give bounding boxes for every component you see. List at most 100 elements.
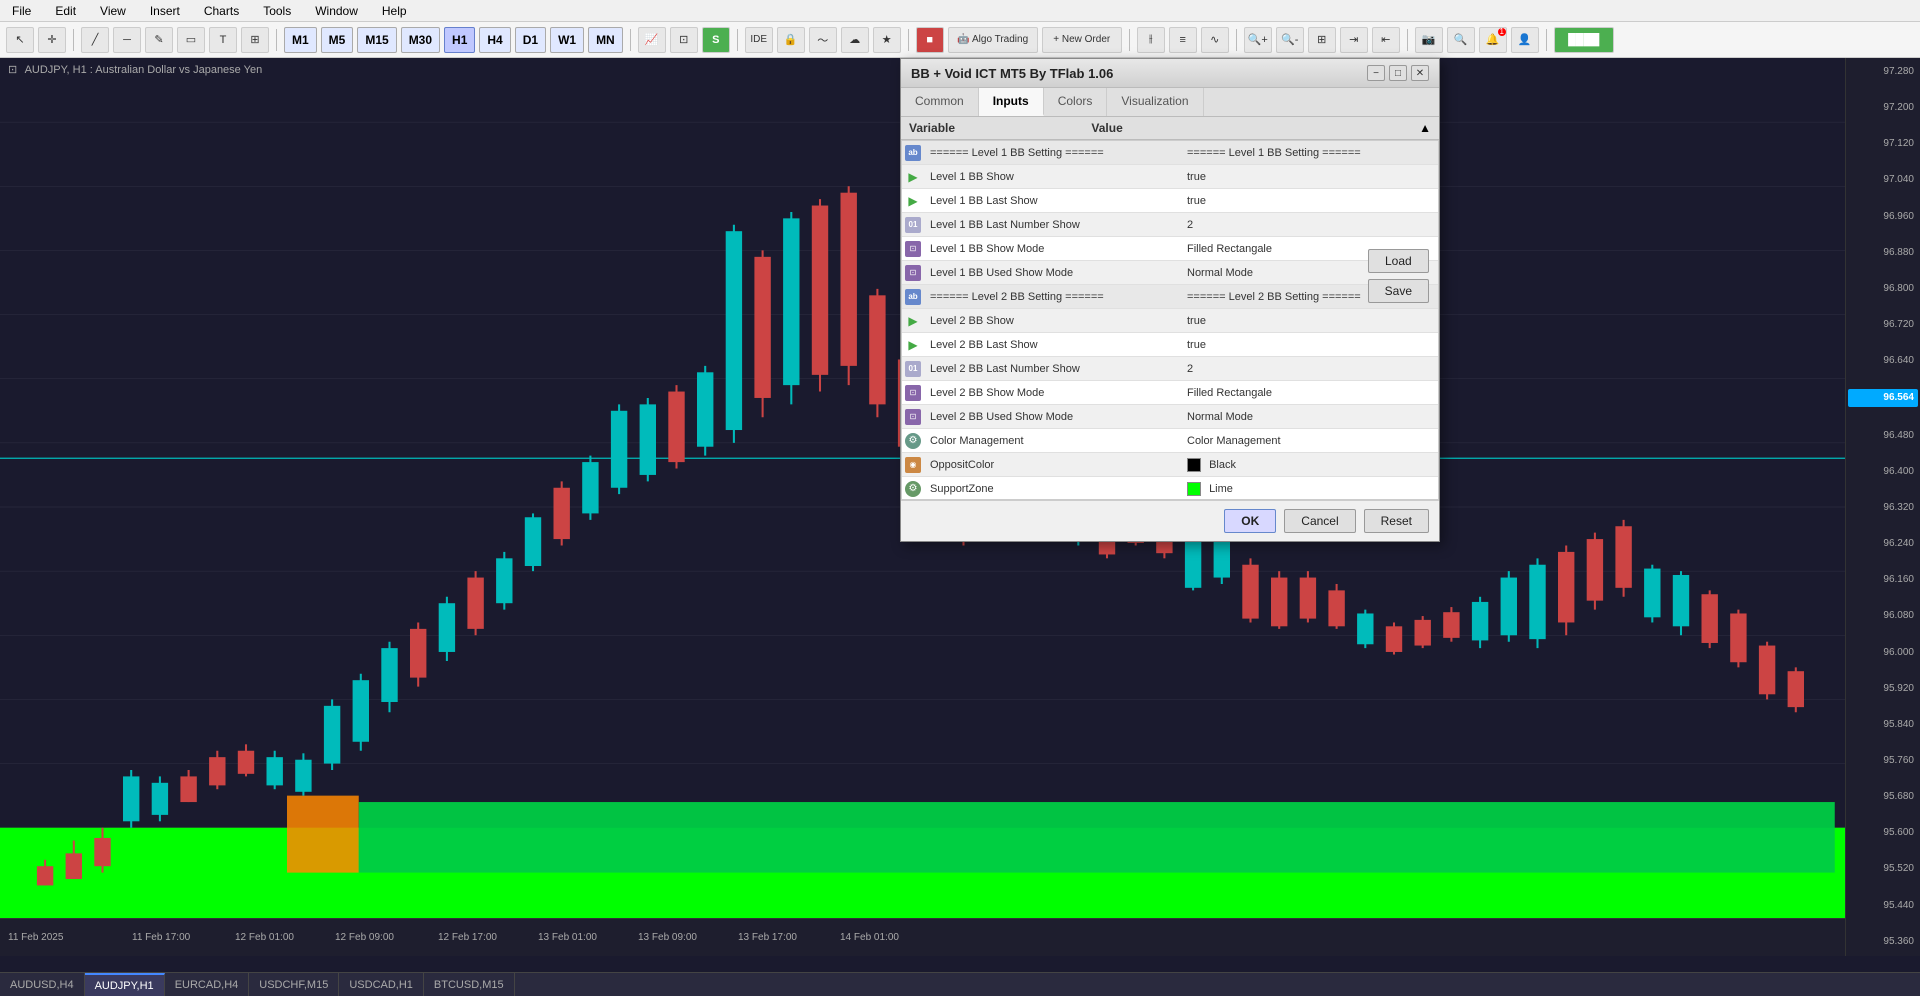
- period-m1[interactable]: M1: [284, 27, 317, 53]
- row-value[interactable]: Color Management: [1181, 432, 1438, 450]
- table-row[interactable]: ⊡ Level 2 BB Show Mode Filled Rectangale: [902, 381, 1438, 405]
- menu-file[interactable]: File: [8, 2, 35, 20]
- toolbar-chart-type-btn[interactable]: 📈: [638, 27, 666, 53]
- period-m5[interactable]: M5: [321, 27, 354, 53]
- tab-audjpy-h1[interactable]: AUDJPY,H1: [85, 973, 165, 996]
- toolbar-crosshair-btn[interactable]: ✛: [38, 27, 66, 53]
- dialog-tab-visualization[interactable]: Visualization: [1107, 88, 1203, 116]
- save-button[interactable]: Save: [1368, 279, 1429, 303]
- tab-btcusd-m15[interactable]: BTCUSD,M15: [424, 973, 515, 996]
- menu-view[interactable]: View: [96, 2, 130, 20]
- table-row[interactable]: 01 Level 1 BB Last Number Show 2: [902, 213, 1438, 237]
- table-row-supportzone[interactable]: ⚙ SupportZone Lime: [902, 477, 1438, 500]
- period-w1[interactable]: W1: [550, 27, 584, 53]
- toolbar-search-btn[interactable]: 🔍: [1447, 27, 1475, 53]
- scroll-up-icon[interactable]: ▲: [1419, 121, 1431, 135]
- row-value[interactable]: Filled Rectangale: [1181, 384, 1438, 402]
- toolbar-wave-btn[interactable]: 〜: [809, 27, 837, 53]
- toolbar-stop-btn[interactable]: ■: [916, 27, 944, 53]
- toolbar-draw-btn[interactable]: ✎: [145, 27, 173, 53]
- dialog-close-btn[interactable]: ✕: [1411, 65, 1429, 81]
- period-h1[interactable]: H1: [444, 27, 475, 53]
- row-value[interactable]: 2: [1181, 360, 1438, 378]
- table-row[interactable]: ▶ Level 2 BB Last Show true: [902, 333, 1438, 357]
- menu-tools[interactable]: Tools: [259, 2, 295, 20]
- toolbar-rect-btn[interactable]: ▭: [177, 27, 205, 53]
- toolbar-text-btn[interactable]: T: [209, 27, 237, 53]
- toolbar-indicators-btn[interactable]: ⫲: [1137, 27, 1165, 53]
- toolbar-line-btn[interactable]: ╱: [81, 27, 109, 53]
- toolbar-greenbar-btn[interactable]: ████: [1554, 27, 1614, 53]
- row-value-supportzone[interactable]: Lime: [1181, 479, 1438, 499]
- period-d1[interactable]: D1: [515, 27, 546, 53]
- table-row[interactable]: ⊡ Level 1 BB Used Show Mode Normal Mode: [902, 261, 1438, 285]
- dialog-minimize-btn[interactable]: −: [1367, 65, 1385, 81]
- menu-help[interactable]: Help: [378, 2, 411, 20]
- toolbar-user-btn[interactable]: 👤: [1511, 27, 1539, 53]
- row-value[interactable]: true: [1181, 168, 1438, 186]
- table-row-oppositcolor[interactable]: ◉ OppositColor Black: [902, 453, 1438, 477]
- toolbar-template-btn[interactable]: ⊡: [670, 27, 698, 53]
- period-m15[interactable]: M15: [357, 27, 396, 53]
- row-variable: Level 1 BB Show: [924, 168, 1181, 186]
- tab-usdchf-m15[interactable]: USDCHF,M15: [249, 973, 339, 996]
- row-value[interactable]: true: [1181, 312, 1438, 330]
- row-variable: ====== Level 1 BB Setting ======: [924, 144, 1181, 162]
- toolbar-star-btn[interactable]: ★: [873, 27, 901, 53]
- cancel-button[interactable]: Cancel: [1284, 509, 1355, 533]
- table-row[interactable]: 01 Level 2 BB Last Number Show 2: [902, 357, 1438, 381]
- row-value[interactable]: 2: [1181, 216, 1438, 234]
- toolbar-wave2-btn[interactable]: ∿: [1201, 27, 1229, 53]
- menu-window[interactable]: Window: [311, 2, 362, 20]
- toolbar-lock-btn[interactable]: 🔒: [777, 27, 805, 53]
- table-row[interactable]: ⊡ Level 1 BB Show Mode Filled Rectangale: [902, 237, 1438, 261]
- toolbar-cloud-btn[interactable]: ☁: [841, 27, 869, 53]
- row-value[interactable]: true: [1181, 192, 1438, 210]
- toolbar-ide-btn[interactable]: IDE: [745, 27, 773, 53]
- dialog-tab-common[interactable]: Common: [901, 88, 979, 116]
- toolbar-alert-btn[interactable]: 🔔1: [1479, 27, 1507, 53]
- toolbar-grid-btn[interactable]: ⊞: [1308, 27, 1336, 53]
- toolbar-zoomout-btn[interactable]: 🔍-: [1276, 27, 1304, 53]
- price-label: 96.480: [1848, 428, 1918, 444]
- toolbar-algo-btn[interactable]: 🤖 Algo Trading: [948, 27, 1038, 53]
- toolbar-more-btn[interactable]: ⊞: [241, 27, 269, 53]
- toolbar-objects-btn[interactable]: ≡: [1169, 27, 1197, 53]
- period-m30[interactable]: M30: [401, 27, 440, 53]
- toolbar-cursor-btn[interactable]: ↖: [6, 27, 34, 53]
- period-h4[interactable]: H4: [479, 27, 510, 53]
- arrow-icon: ▶: [905, 193, 921, 209]
- row-value-oppositcolor[interactable]: Black: [1181, 455, 1438, 475]
- table-row[interactable]: ▶ Level 1 BB Last Show true: [902, 189, 1438, 213]
- toolbar-zoomin-btn[interactable]: 🔍+: [1244, 27, 1272, 53]
- period-mn[interactable]: MN: [588, 27, 623, 53]
- tab-eurcad-h4[interactable]: EURCAD,H4: [165, 973, 250, 996]
- inputs-table[interactable]: ab ====== Level 1 BB Setting ====== ====…: [901, 140, 1439, 500]
- tab-audusd-h4[interactable]: AUDUSD,H4: [0, 973, 85, 996]
- color-icon: ◉: [905, 457, 921, 473]
- table-row[interactable]: ▶ Level 1 BB Show true: [902, 165, 1438, 189]
- mode-icon: ⊡: [905, 385, 921, 401]
- dialog-maximize-btn[interactable]: □: [1389, 65, 1407, 81]
- toolbar-screenshot-btn[interactable]: 📷: [1415, 27, 1443, 53]
- reset-button[interactable]: Reset: [1364, 509, 1429, 533]
- ok-button[interactable]: OK: [1224, 509, 1276, 533]
- toolbar-scroll-btn[interactable]: ⇥: [1340, 27, 1368, 53]
- menu-insert[interactable]: Insert: [146, 2, 184, 20]
- toolbar-scroll2-btn[interactable]: ⇤: [1372, 27, 1400, 53]
- toolbar-hline-btn[interactable]: ─: [113, 27, 141, 53]
- table-row[interactable]: ⚙ Color Management Color Management: [902, 429, 1438, 453]
- toolbar-s-btn[interactable]: S: [702, 27, 730, 53]
- load-button[interactable]: Load: [1368, 249, 1429, 273]
- row-value[interactable]: Normal Mode: [1181, 408, 1438, 426]
- toolbar-neworder-btn[interactable]: + New Order: [1042, 27, 1122, 53]
- dialog-tab-inputs[interactable]: Inputs: [979, 88, 1044, 116]
- table-row[interactable]: ⊡ Level 2 BB Used Show Mode Normal Mode: [902, 405, 1438, 429]
- table-row[interactable]: ▶ Level 2 BB Show true: [902, 309, 1438, 333]
- row-value[interactable]: true: [1181, 336, 1438, 354]
- menu-charts[interactable]: Charts: [200, 2, 243, 20]
- dialog-tab-colors[interactable]: Colors: [1044, 88, 1108, 116]
- menu-edit[interactable]: Edit: [51, 2, 80, 20]
- tab-usdcad-h1[interactable]: USDCAD,H1: [339, 973, 424, 996]
- row-icon: ab: [902, 289, 924, 305]
